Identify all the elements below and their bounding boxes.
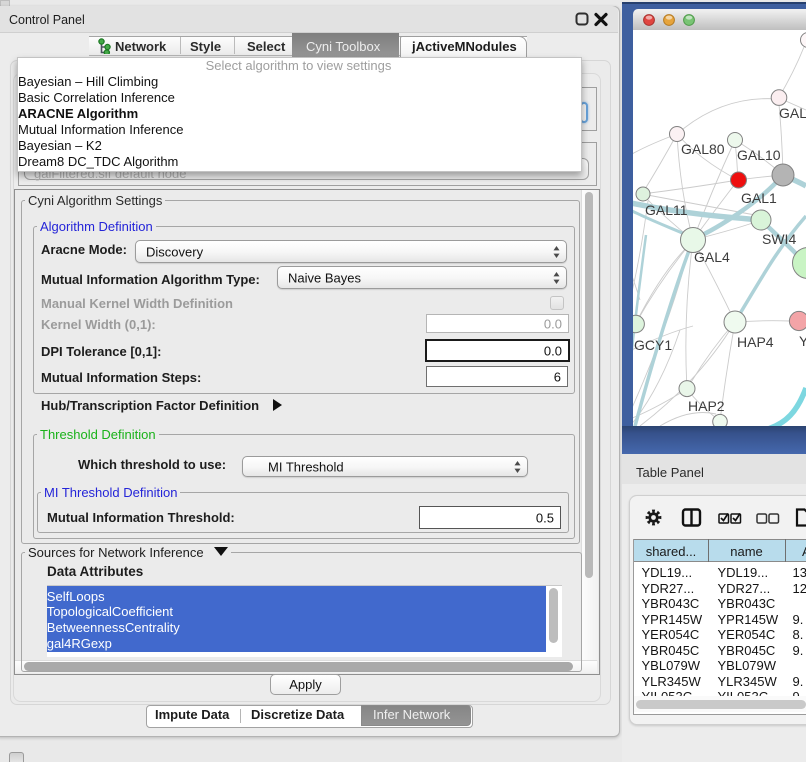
svg-text:Y: Y [799, 333, 806, 349]
svg-text:GAL: GAL [779, 105, 806, 121]
svg-text:HAP2: HAP2 [688, 398, 725, 414]
svg-text:GAL4: GAL4 [694, 249, 730, 265]
svg-text:HAP4: HAP4 [737, 334, 774, 350]
svg-text:GAL80: GAL80 [681, 141, 725, 157]
svg-text:GAL11: GAL11 [645, 202, 688, 218]
svg-text:SWI4: SWI4 [762, 231, 796, 247]
svg-text:GAL10: GAL10 [737, 147, 781, 163]
svg-text:GAL1: GAL1 [741, 190, 777, 206]
svg-text:GCY1: GCY1 [634, 337, 672, 353]
